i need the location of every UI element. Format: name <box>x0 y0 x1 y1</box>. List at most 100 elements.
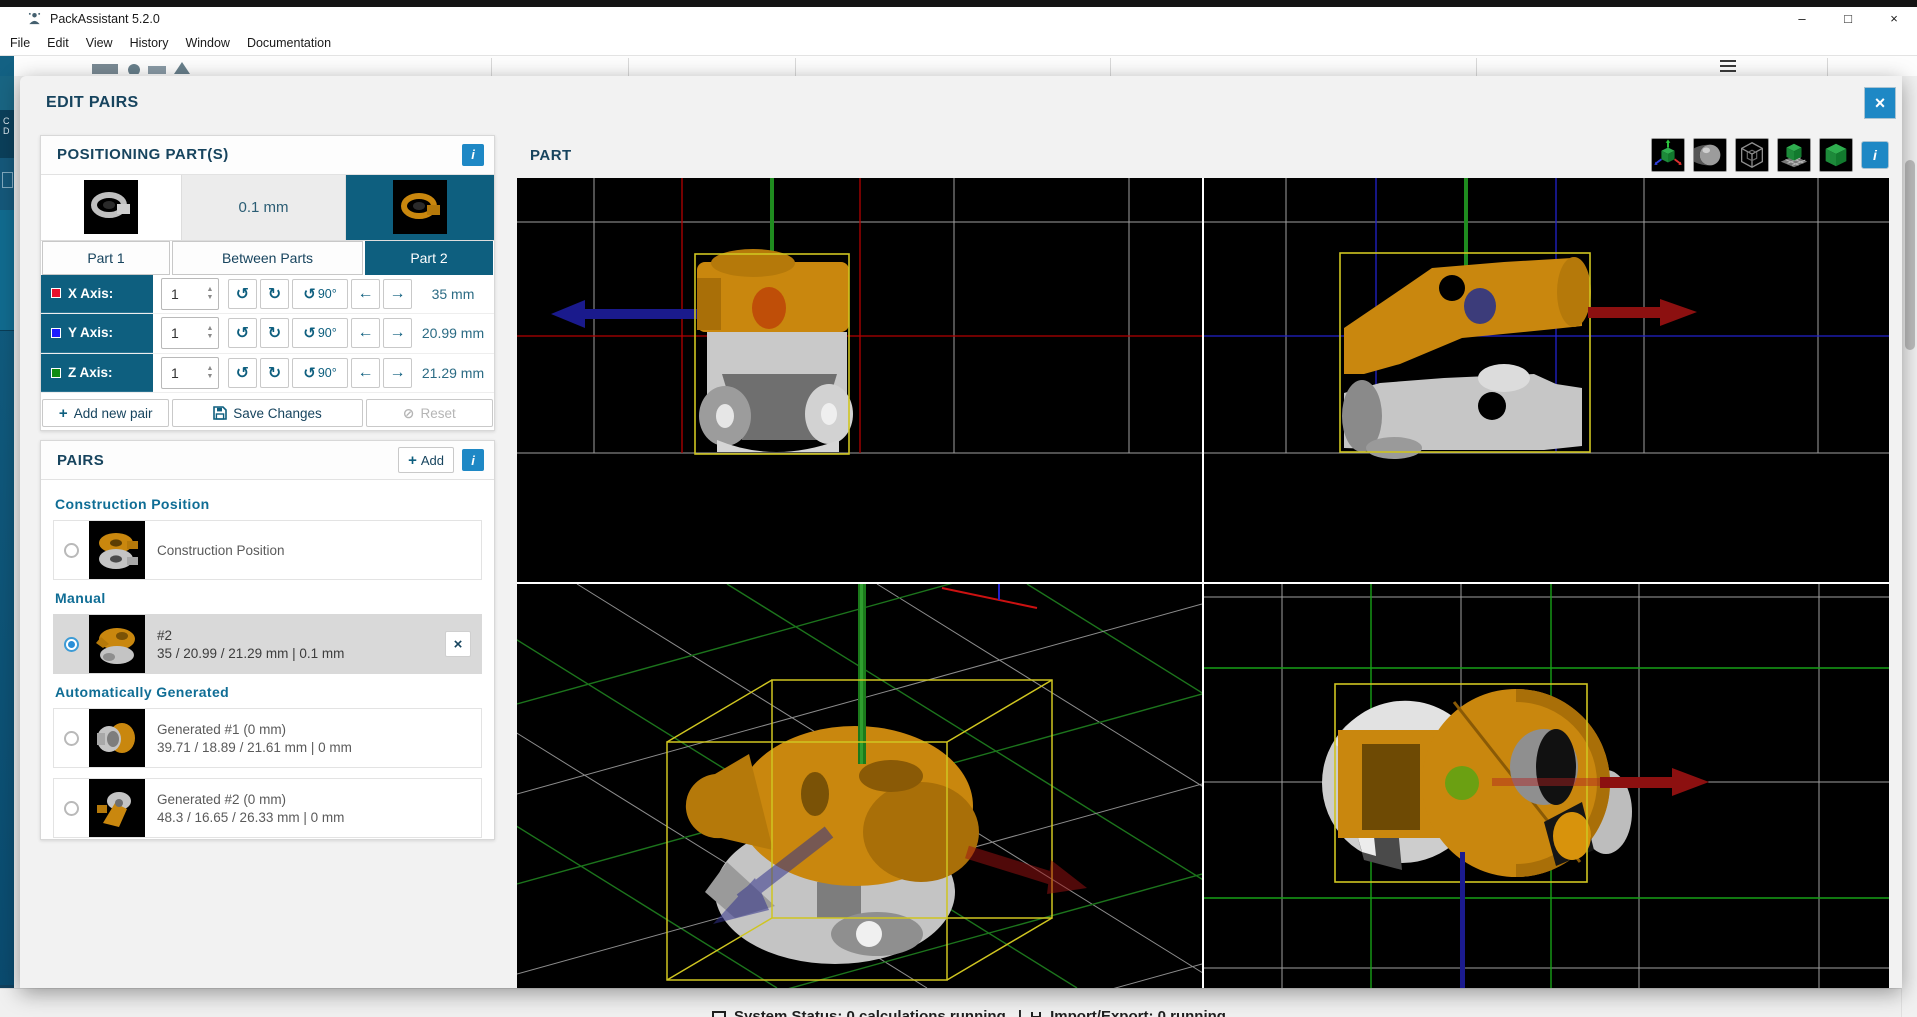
z-axis-step-value: 1 <box>162 365 202 381</box>
z-rotate-ccw-button[interactable]: ↺ <box>228 358 257 388</box>
x-step-left-button[interactable]: ← <box>351 279 380 309</box>
reset-button[interactable]: ⊘ Reset <box>366 399 493 427</box>
tab-between-parts[interactable]: Between Parts <box>172 241 363 275</box>
z-rotate-cw-button[interactable]: ↻ <box>260 358 289 388</box>
add-new-pair-button[interactable]: + Add new pair <box>42 399 169 427</box>
menu-documentation[interactable]: Documentation <box>247 36 331 50</box>
sidebar-segment <box>0 76 14 110</box>
tab-part-2[interactable]: Part 2 <box>365 241 493 275</box>
manual-2-radio[interactable] <box>64 637 79 652</box>
generated-1-radio[interactable] <box>64 731 79 746</box>
x-axis-step-input[interactable]: 1 ▲▼ <box>161 278 219 310</box>
viewport-top-right[interactable] <box>1204 178 1889 582</box>
y-step-left-button[interactable]: ← <box>351 318 380 348</box>
status-bar: System Status: 0 calculations running. |… <box>0 988 1917 1017</box>
y-axis-color-swatch <box>51 328 61 338</box>
part-silver <box>699 332 853 452</box>
pair-entry-manual-2[interactable]: #2 35 / 20.99 / 21.29 mm | 0.1 mm × <box>53 614 482 674</box>
menu-edit[interactable]: Edit <box>47 36 69 50</box>
pair-entry-generated-2[interactable]: Generated #2 (0 mm) 48.3 / 16.65 / 26.33… <box>53 778 482 838</box>
z-step-right-button[interactable]: → <box>383 358 412 388</box>
x-rotate-90-button[interactable]: ↺90° <box>292 279 348 309</box>
x-step-right-button[interactable]: → <box>383 279 412 309</box>
viewport-top-left[interactable] <box>517 178 1202 582</box>
sidebar-segment <box>0 210 14 331</box>
background-toolbar <box>0 56 1917 76</box>
construction-radio[interactable] <box>64 543 79 558</box>
delete-pair-button[interactable]: × <box>445 631 471 657</box>
x-rotate-cw-button[interactable]: ↻ <box>260 279 289 309</box>
spin-down-icon[interactable]: ▼ <box>207 333 214 341</box>
z-axis-step-input[interactable]: 1 ▲▼ <box>161 357 219 389</box>
toolbar-separator <box>1476 58 1477 76</box>
viewport-bottom-left[interactable] <box>517 584 1202 988</box>
z-axis-spinner[interactable]: ▲▼ <box>202 365 218 381</box>
scrollbar-thumb[interactable] <box>1905 160 1915 350</box>
viewport-bottom-right[interactable] <box>1204 584 1889 988</box>
maximize-button[interactable]: □ <box>1825 7 1871 30</box>
y-rotate-90-button[interactable]: ↺90° <box>292 318 348 348</box>
generated-2-radio[interactable] <box>64 801 79 816</box>
save-changes-button[interactable]: Save Changes <box>172 399 362 427</box>
pairs-add-label: Add <box>421 453 444 468</box>
wireframe-cube-icon[interactable] <box>1735 138 1769 172</box>
menu-view[interactable]: View <box>86 36 113 50</box>
pairs-info-button[interactable]: i <box>462 449 484 471</box>
solid-cube-icon[interactable] <box>1819 138 1853 172</box>
generated-2-thumbnail <box>89 779 145 837</box>
menu-history[interactable]: History <box>130 36 169 50</box>
y-rotate-cw-button[interactable]: ↻ <box>260 318 289 348</box>
y-step-right-button[interactable]: → <box>383 318 412 348</box>
pairs-add-button[interactable]: + Add <box>398 447 454 473</box>
pair-entry-title: Generated #2 (0 mm) <box>157 792 481 807</box>
z-step-left-button[interactable]: ← <box>351 358 380 388</box>
close-window-button[interactable]: × <box>1871 7 1917 30</box>
orientation-cube-axes-icon[interactable] <box>1651 138 1685 172</box>
automatically-generated-heading: Automatically Generated <box>55 684 482 700</box>
positioning-info-button[interactable]: i <box>462 144 484 166</box>
y-axis-spinner[interactable]: ▲▼ <box>202 325 218 341</box>
part1-selector[interactable] <box>41 175 182 240</box>
y-axis-step-input[interactable]: 1 ▲▼ <box>161 317 219 349</box>
minimize-button[interactable]: – <box>1779 7 1825 30</box>
corner-axis-indicator <box>942 584 1037 608</box>
spin-up-icon[interactable]: ▲ <box>207 286 214 294</box>
hamburger-menu-icon[interactable] <box>1720 60 1736 72</box>
shaded-sphere-icon[interactable] <box>1693 138 1727 172</box>
part-viewport-grid <box>517 178 1889 988</box>
y-axis-label: Y Axis: <box>41 314 153 353</box>
menu-window[interactable]: Window <box>185 36 229 50</box>
x-rotate-ccw-button[interactable]: ↺ <box>228 279 257 309</box>
background-sidebar: C D <box>0 56 14 1017</box>
part2-selector-selected[interactable] <box>346 175 494 240</box>
viewport-top-right-canvas[interactable] <box>1204 178 1889 582</box>
spin-up-icon[interactable]: ▲ <box>207 325 214 333</box>
part-orange <box>697 249 849 332</box>
pair-entry-construction[interactable]: Construction Position <box>53 520 482 580</box>
pair-gap-value: 0.1 mm <box>182 175 346 240</box>
viewport-top-left-canvas[interactable] <box>517 178 1202 582</box>
background-window-edge <box>0 0 1917 7</box>
dialog-close-button[interactable]: × <box>1864 87 1896 119</box>
cube-on-grid-icon[interactable] <box>1777 138 1811 172</box>
toolbar-logo-fragment <box>90 58 240 74</box>
viewport-bottom-right-canvas[interactable] <box>1204 584 1889 988</box>
import-export-icon <box>1030 1011 1042 1017</box>
pair-entry-generated-1[interactable]: Generated #1 (0 mm) 39.71 / 18.89 / 21.6… <box>53 708 482 768</box>
x-axis-line-through-part <box>1492 778 1600 786</box>
spin-up-icon[interactable]: ▲ <box>207 365 214 373</box>
spin-down-icon[interactable]: ▼ <box>207 294 214 302</box>
y-rotate-ccw-button[interactable]: ↺ <box>228 318 257 348</box>
part-info-button[interactable]: i <box>1861 141 1889 169</box>
sidebar-clipped-label: D <box>3 126 14 136</box>
positioning-title: POSITIONING PART(S) <box>57 146 462 163</box>
viewport-bottom-left-canvas[interactable] <box>517 584 1202 988</box>
tab-part-1[interactable]: Part 1 <box>42 241 170 275</box>
page-scrollbar[interactable] <box>1901 76 1917 1017</box>
y-axis-label-text: Y Axis: <box>68 325 113 340</box>
menu-file[interactable]: File <box>10 36 30 50</box>
import-export-text: Import/Export: 0 running <box>1050 1008 1226 1017</box>
x-axis-spinner[interactable]: ▲▼ <box>202 286 218 302</box>
spin-down-icon[interactable]: ▼ <box>207 373 214 381</box>
z-rotate-90-button[interactable]: ↺90° <box>292 358 348 388</box>
